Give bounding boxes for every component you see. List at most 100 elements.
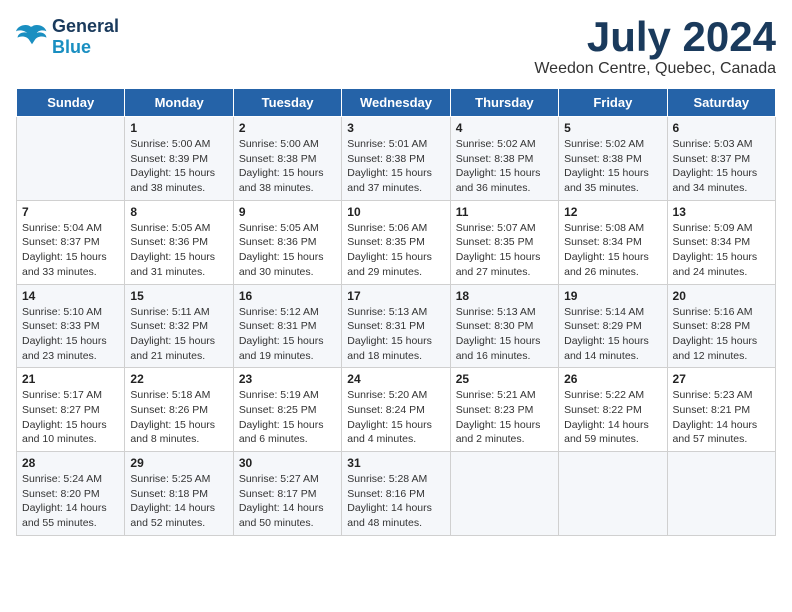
weekday-header: Sunday [17, 89, 125, 117]
day-info: Sunrise: 5:27 AM Sunset: 8:17 PM Dayligh… [239, 472, 336, 531]
day-number: 28 [22, 456, 119, 470]
day-info: Sunrise: 5:25 AM Sunset: 8:18 PM Dayligh… [130, 472, 227, 531]
day-number: 23 [239, 372, 336, 386]
day-number: 27 [673, 372, 770, 386]
day-number: 25 [456, 372, 553, 386]
logo: General Blue [16, 16, 119, 58]
day-info: Sunrise: 5:00 AM Sunset: 8:39 PM Dayligh… [130, 137, 227, 196]
calendar-cell: 8 Sunrise: 5:05 AM Sunset: 8:36 PM Daylig… [125, 200, 233, 284]
weekday-header: Thursday [450, 89, 558, 117]
day-info: Sunrise: 5:13 AM Sunset: 8:30 PM Dayligh… [456, 305, 553, 364]
calendar-cell: 20Sunrise: 5:16 AM Sunset: 8:28 PM Dayli… [667, 284, 775, 368]
day-info: Sunrise: 5:10 AM Sunset: 8:33 PM Dayligh… [22, 305, 119, 364]
calendar-cell: 11Sunrise: 5:07 AM Sunset: 8:35 PM Dayli… [450, 200, 558, 284]
calendar-cell: 7Sunrise: 5:04 AM Sunset: 8:37 PM Daylig… [17, 200, 125, 284]
day-number: 24 [347, 372, 444, 386]
day-number: 9 [239, 205, 336, 219]
day-info: Sunrise: 5:19 AM Sunset: 8:25 PM Dayligh… [239, 388, 336, 447]
day-number: 26 [564, 372, 661, 386]
calendar-cell: 14 Sunrise: 5:10 AM Sunset: 8:33 PM Dayli… [17, 284, 125, 368]
calendar-cell: 30 Sunrise: 5:27 AM Sunset: 8:17 PM Dayli… [233, 452, 341, 536]
calendar-cell: 12 Sunrise: 5:08 AM Sunset: 8:34 PM Dayli… [559, 200, 667, 284]
logo-text: General Blue [52, 16, 119, 58]
weekday-header: Wednesday [342, 89, 450, 117]
day-number: 13 [673, 205, 770, 219]
calendar-cell: 6 Sunrise: 5:03 AM Sunset: 8:37 PM Daylig… [667, 117, 775, 201]
weekday-row: SundayMondayTuesdayWednesdayThursdayFrid… [17, 89, 776, 117]
calendar-table: SundayMondayTuesdayWednesdayThursdayFrid… [16, 88, 776, 536]
calendar-cell: 15 Sunrise: 5:11 AM Sunset: 8:32 PM Dayli… [125, 284, 233, 368]
day-info: Sunrise: 5:06 AM Sunset: 8:35 PM Dayligh… [347, 221, 444, 280]
calendar-week-row: 28 Sunrise: 5:24 AM Sunset: 8:20 PM Dayli… [17, 452, 776, 536]
day-info: Sunrise: 5:28 AM Sunset: 8:16 PM Dayligh… [347, 472, 444, 531]
calendar-cell: 26 Sunrise: 5:22 AM Sunset: 8:22 PM Dayli… [559, 368, 667, 452]
weekday-header: Monday [125, 89, 233, 117]
weekday-header: Friday [559, 89, 667, 117]
day-number: 12 [564, 205, 661, 219]
day-info: Sunrise: 5:03 AM Sunset: 8:37 PM Dayligh… [673, 137, 770, 196]
calendar-cell: 22 Sunrise: 5:18 AM Sunset: 8:26 PM Dayli… [125, 368, 233, 452]
day-number: 22 [130, 372, 227, 386]
calendar-cell: 31 Sunrise: 5:28 AM Sunset: 8:16 PM Dayli… [342, 452, 450, 536]
weekday-header: Saturday [667, 89, 775, 117]
day-info: Sunrise: 5:17 AM Sunset: 8:27 PM Dayligh… [22, 388, 119, 447]
day-number: 18 [456, 289, 553, 303]
calendar-cell: 10 Sunrise: 5:06 AM Sunset: 8:35 PM Dayli… [342, 200, 450, 284]
day-info: Sunrise: 5:02 AM Sunset: 8:38 PM Dayligh… [456, 137, 553, 196]
day-number: 30 [239, 456, 336, 470]
calendar-cell: 23 Sunrise: 5:19 AM Sunset: 8:25 PM Dayli… [233, 368, 341, 452]
day-number: 6 [673, 121, 770, 135]
calendar-cell: 5Sunrise: 5:02 AM Sunset: 8:38 PM Daylig… [559, 117, 667, 201]
day-info: Sunrise: 5:24 AM Sunset: 8:20 PM Dayligh… [22, 472, 119, 531]
day-info: Sunrise: 5:09 AM Sunset: 8:34 PM Dayligh… [673, 221, 770, 280]
calendar-cell: 13 Sunrise: 5:09 AM Sunset: 8:34 PM Dayli… [667, 200, 775, 284]
calendar-cell: 21 Sunrise: 5:17 AM Sunset: 8:27 PM Dayli… [17, 368, 125, 452]
calendar-cell: 24 Sunrise: 5:20 AM Sunset: 8:24 PM Dayli… [342, 368, 450, 452]
calendar-cell [559, 452, 667, 536]
calendar-cell: 2Sunrise: 5:00 AM Sunset: 8:38 PM Daylig… [233, 117, 341, 201]
day-info: Sunrise: 5:08 AM Sunset: 8:34 PM Dayligh… [564, 221, 661, 280]
day-info: Sunrise: 5:13 AM Sunset: 8:31 PM Dayligh… [347, 305, 444, 364]
calendar-week-row: 14 Sunrise: 5:10 AM Sunset: 8:33 PM Dayli… [17, 284, 776, 368]
day-number: 3 [347, 121, 444, 135]
header: General Blue July 2024 Weedon Centre, Qu… [16, 16, 776, 78]
calendar-body: 1Sunrise: 5:00 AM Sunset: 8:39 PM Daylig… [17, 117, 776, 536]
calendar-cell: 3Sunrise: 5:01 AM Sunset: 8:38 PM Daylig… [342, 117, 450, 201]
calendar-cell: 27 Sunrise: 5:23 AM Sunset: 8:21 PM Dayli… [667, 368, 775, 452]
calendar-cell: 17 Sunrise: 5:13 AM Sunset: 8:31 PM Dayli… [342, 284, 450, 368]
calendar-header: SundayMondayTuesdayWednesdayThursdayFrid… [17, 89, 776, 117]
calendar-cell: 18 Sunrise: 5:13 AM Sunset: 8:30 PM Dayli… [450, 284, 558, 368]
calendar-cell [450, 452, 558, 536]
calendar-cell: 25 Sunrise: 5:21 AM Sunset: 8:23 PM Dayli… [450, 368, 558, 452]
day-info: Sunrise: 5:02 AM Sunset: 8:38 PM Dayligh… [564, 137, 661, 196]
calendar-cell: 19Sunrise: 5:14 AM Sunset: 8:29 PM Dayli… [559, 284, 667, 368]
day-number: 4 [456, 121, 553, 135]
day-number: 8 [130, 205, 227, 219]
day-info: Sunrise: 5:18 AM Sunset: 8:26 PM Dayligh… [130, 388, 227, 447]
day-number: 21 [22, 372, 119, 386]
calendar-cell: 29Sunrise: 5:25 AM Sunset: 8:18 PM Dayli… [125, 452, 233, 536]
day-info: Sunrise: 5:23 AM Sunset: 8:21 PM Dayligh… [673, 388, 770, 447]
calendar-cell [17, 117, 125, 201]
calendar-cell: 16Sunrise: 5:12 AM Sunset: 8:31 PM Dayli… [233, 284, 341, 368]
day-info: Sunrise: 5:05 AM Sunset: 8:36 PM Dayligh… [239, 221, 336, 280]
weekday-header: Tuesday [233, 89, 341, 117]
day-info: Sunrise: 5:22 AM Sunset: 8:22 PM Dayligh… [564, 388, 661, 447]
day-info: Sunrise: 5:11 AM Sunset: 8:32 PM Dayligh… [130, 305, 227, 364]
day-number: 17 [347, 289, 444, 303]
day-number: 14 [22, 289, 119, 303]
calendar-cell: 4 Sunrise: 5:02 AM Sunset: 8:38 PM Daylig… [450, 117, 558, 201]
day-info: Sunrise: 5:07 AM Sunset: 8:35 PM Dayligh… [456, 221, 553, 280]
day-info: Sunrise: 5:05 AM Sunset: 8:36 PM Dayligh… [130, 221, 227, 280]
day-info: Sunrise: 5:21 AM Sunset: 8:23 PM Dayligh… [456, 388, 553, 447]
day-number: 15 [130, 289, 227, 303]
month-title: July 2024 [534, 16, 776, 58]
day-number: 7 [22, 205, 119, 219]
calendar-cell: 1Sunrise: 5:00 AM Sunset: 8:39 PM Daylig… [125, 117, 233, 201]
day-number: 10 [347, 205, 444, 219]
day-info: Sunrise: 5:14 AM Sunset: 8:29 PM Dayligh… [564, 305, 661, 364]
calendar-cell [667, 452, 775, 536]
day-info: Sunrise: 5:20 AM Sunset: 8:24 PM Dayligh… [347, 388, 444, 447]
day-number: 20 [673, 289, 770, 303]
day-number: 31 [347, 456, 444, 470]
